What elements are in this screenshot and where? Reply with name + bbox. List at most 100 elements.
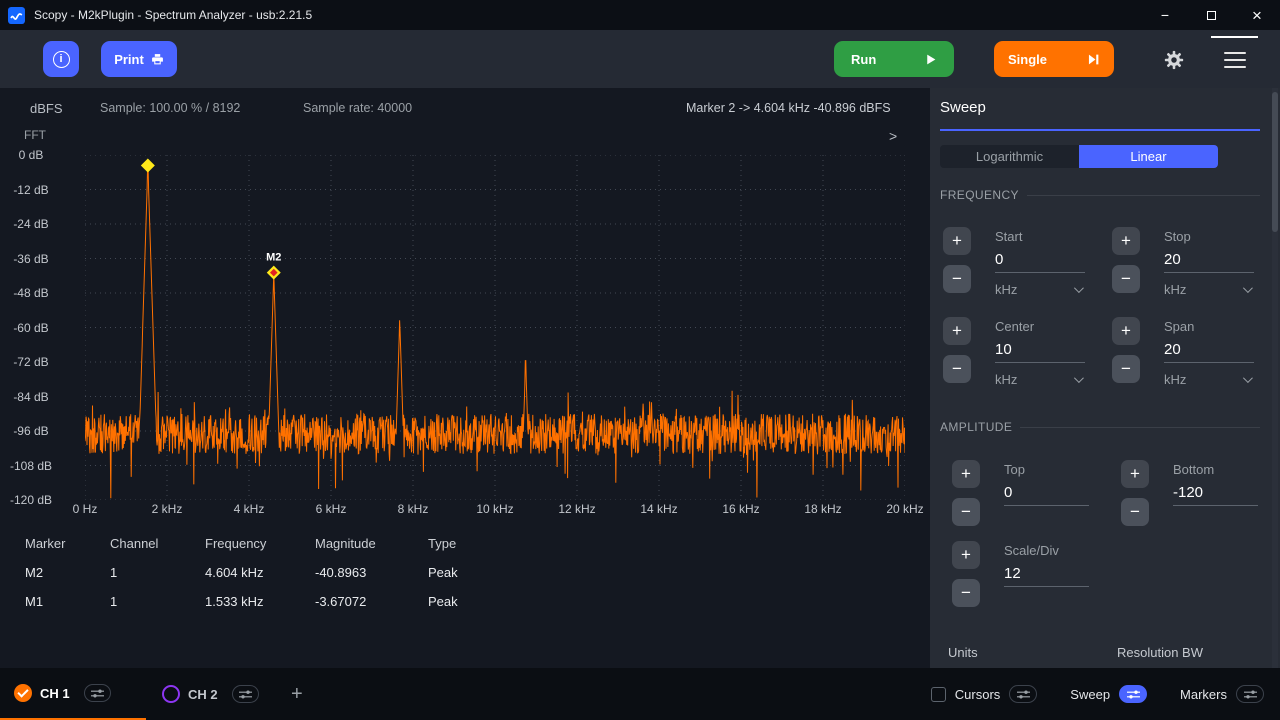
stop-value-input[interactable]: 20 <box>1164 251 1254 273</box>
panel-scrollbar-thumb[interactable] <box>1272 92 1278 232</box>
channel-2-settings-button[interactable] <box>232 685 259 703</box>
y-tick-label: -12 dB <box>0 183 62 197</box>
sweep-settings-button[interactable] <box>1119 685 1147 703</box>
y-axis-labels: 0 dB-12 dB-24 dB-36 dB-48 dB-60 dB-72 dB… <box>0 155 62 500</box>
main-area: dBFS Sample: 100.00 % / 8192 Sample rate… <box>0 88 1280 668</box>
marker-table-cell: -40.8963 <box>315 565 428 580</box>
tune-icon <box>1017 690 1030 699</box>
titlebar: Scopy - M2kPlugin - Spectrum Analyzer - … <box>0 0 1280 30</box>
scalediv-increment-button[interactable]: + <box>952 541 980 569</box>
units-label: Units <box>948 645 978 660</box>
scalediv-value-input[interactable]: 12 <box>1004 565 1089 587</box>
axis-unit-label: dBFS <box>30 101 63 116</box>
center-unit-dropdown[interactable]: kHz <box>995 372 1081 387</box>
resolution-bw-label: Resolution BW <box>1117 645 1203 660</box>
span-label: Span <box>1164 319 1279 334</box>
sample-info-label: Sample: 100.00 % / 8192 <box>100 101 240 115</box>
span-unit-dropdown[interactable]: kHz <box>1164 372 1250 387</box>
window-controls: − × <box>1142 0 1280 30</box>
cursors-checkbox[interactable] <box>931 687 946 702</box>
cursors-label: Cursors <box>955 687 1001 702</box>
center-decrement-button[interactable]: − <box>943 355 971 383</box>
logarithmic-option[interactable]: Logarithmic <box>940 145 1079 168</box>
marker-diamond[interactable] <box>141 159 155 173</box>
print-button[interactable]: Print <box>101 41 177 77</box>
scale-toggle: Logarithmic Linear <box>940 145 1218 168</box>
amplitude-section-label: AMPLITUDE <box>940 420 1012 434</box>
add-channel-button[interactable]: + <box>291 668 303 720</box>
minimize-button[interactable]: − <box>1142 0 1188 30</box>
linear-option[interactable]: Linear <box>1079 145 1218 168</box>
toolbar: i Print Run Single <box>0 30 1280 88</box>
marker-table-cell: 1 <box>110 594 205 609</box>
marker-name-label: M2 <box>266 252 281 264</box>
scalediv-decrement-button[interactable]: − <box>952 579 980 607</box>
marker-table-row[interactable]: M111.533 kHz-3.67072Peak <box>0 587 900 616</box>
bottom-value-input[interactable]: -120 <box>1173 484 1258 506</box>
channel-1-settings-button[interactable] <box>84 684 111 702</box>
info-icon: i <box>53 51 70 68</box>
x-tick-label: 14 kHz <box>640 502 677 516</box>
channel-1-label: CH 1 <box>40 686 70 701</box>
start-unit-dropdown[interactable]: kHz <box>995 282 1081 297</box>
x-tick-label: 8 kHz <box>398 502 429 516</box>
chevron-down-icon <box>1243 283 1253 293</box>
markers-settings-button[interactable] <box>1236 685 1264 703</box>
spectrum-plot[interactable]: M2 <box>85 155 905 500</box>
printer-icon <box>151 53 164 66</box>
x-tick-label: 18 kHz <box>804 502 841 516</box>
sweep-label: Sweep <box>1070 687 1110 702</box>
stop-unit-dropdown[interactable]: kHz <box>1164 282 1250 297</box>
info-button[interactable]: i <box>43 41 79 77</box>
plot-region: dBFS Sample: 100.00 % / 8192 Sample rate… <box>0 88 930 668</box>
start-unit-value: kHz <box>995 282 1017 297</box>
cursors-settings-button[interactable] <box>1009 685 1037 703</box>
menu-icon <box>1224 52 1246 54</box>
sweep-panel-title: Sweep <box>940 99 986 116</box>
top-value-input[interactable]: 0 <box>1004 484 1089 506</box>
stop-increment-button[interactable]: + <box>1112 227 1140 255</box>
x-tick-label: 16 kHz <box>722 502 759 516</box>
close-icon: × <box>1252 7 1262 24</box>
y-tick-label: -24 dB <box>0 217 62 231</box>
start-increment-button[interactable]: + <box>943 227 971 255</box>
span-decrement-button[interactable]: − <box>1112 355 1140 383</box>
window-title: Scopy - M2kPlugin - Spectrum Analyzer - … <box>34 8 312 22</box>
chevron-down-icon <box>1074 373 1084 383</box>
panel-collapse-chevron-icon[interactable]: > <box>889 128 897 144</box>
close-button[interactable]: × <box>1234 0 1280 30</box>
bottom-decrement-button[interactable]: − <box>1121 498 1149 526</box>
span-value-input[interactable]: 20 <box>1164 341 1254 363</box>
instrument-menu-button[interactable] <box>1211 36 1258 81</box>
maximize-button[interactable] <box>1188 0 1234 30</box>
y-tick-label: -120 dB <box>0 493 62 507</box>
bottom-increment-button[interactable]: + <box>1121 460 1149 488</box>
x-tick-label: 4 kHz <box>234 502 265 516</box>
stop-label: Stop <box>1164 229 1279 244</box>
marker-table-header: MarkerChannelFrequencyMagnitudeType <box>0 529 900 558</box>
preferences-button[interactable] <box>1158 47 1190 73</box>
amplitude-section-header: AMPLITUDE <box>940 420 1260 434</box>
start-decrement-button[interactable]: − <box>943 265 971 293</box>
channel-1-tab[interactable]: CH 1 <box>0 668 146 720</box>
span-increment-button[interactable]: + <box>1112 317 1140 345</box>
channel-1-enabled-icon[interactable] <box>14 684 32 702</box>
channel-2-disabled-icon[interactable] <box>162 685 180 703</box>
run-button[interactable]: Run <box>834 41 954 77</box>
marker-table-cell: 1.533 kHz <box>205 594 315 609</box>
fft-mode-label: FFT <box>24 128 46 142</box>
tune-icon <box>239 690 252 699</box>
app-window: Scopy - M2kPlugin - Spectrum Analyzer - … <box>0 0 1280 720</box>
marker-table-row[interactable]: M214.604 kHz-40.8963Peak <box>0 558 900 587</box>
single-button[interactable]: Single <box>994 41 1114 77</box>
span-unit-value: kHz <box>1164 372 1186 387</box>
top-decrement-button[interactable]: − <box>952 498 980 526</box>
center-increment-button[interactable]: + <box>943 317 971 345</box>
center-value-input[interactable]: 10 <box>995 341 1085 363</box>
spectrum-svg: M2 <box>85 155 905 500</box>
stop-decrement-button[interactable]: − <box>1112 265 1140 293</box>
start-value-input[interactable]: 0 <box>995 251 1085 273</box>
top-increment-button[interactable]: + <box>952 460 980 488</box>
marker-table-cell: -3.67072 <box>315 594 428 609</box>
channel-2-tab[interactable]: CH 2 <box>148 668 288 720</box>
